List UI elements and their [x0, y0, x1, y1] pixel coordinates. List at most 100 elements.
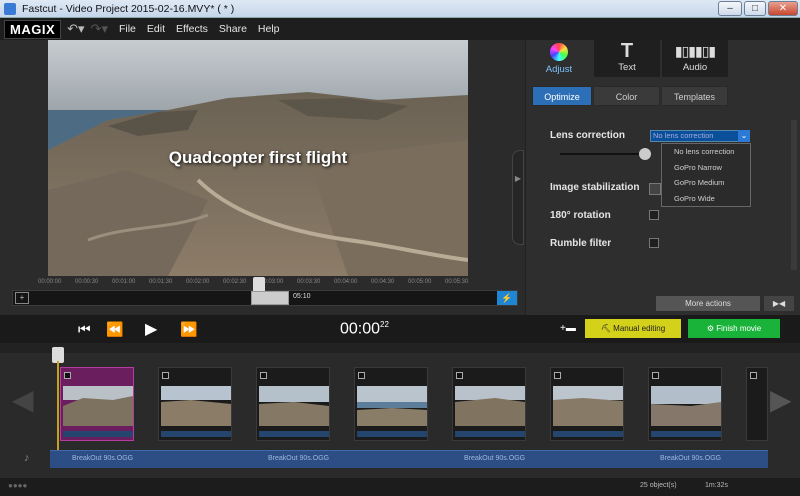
tab-adjust[interactable]: Adjust [526, 40, 592, 77]
redo-icon[interactable]: ↷▾ [91, 21, 108, 37]
preview-overlay-title: Quadcopter first flight [168, 148, 348, 167]
rotation-checkbox[interactable] [649, 210, 659, 220]
timecode-main: 00:00 [340, 320, 381, 338]
tick-label: 00:02:30 [223, 279, 247, 285]
scrub-bar[interactable]: + 05:10 ⚡ [12, 277, 518, 306]
rewind-icon[interactable]: ⏪ [106, 321, 123, 338]
finish-movie-label: Finish movie [716, 324, 762, 333]
clip-image [63, 386, 133, 426]
clip-checkbox[interactable] [64, 372, 71, 379]
tick-label: 00:04:30 [371, 279, 395, 285]
clip-thumbnail[interactable] [256, 367, 330, 441]
add-media-icon[interactable]: +▬ [560, 323, 576, 334]
fit-screen-icon[interactable]: + [15, 292, 29, 304]
menu-help[interactable]: Help [258, 23, 280, 35]
clip-checkbox[interactable] [162, 372, 169, 379]
maximize-button[interactable]: □ [744, 1, 766, 16]
tab-text[interactable]: T Text [594, 40, 660, 77]
audio-clip-label: BreakOut 90s.OGG [268, 455, 330, 462]
fast-forward-icon[interactable]: ⏩ [180, 321, 197, 338]
zoom-handle-icon[interactable]: ●●●● [8, 481, 27, 490]
subtab-templates[interactable]: Templates [661, 86, 728, 106]
clip-thumbnail[interactable] [550, 367, 624, 441]
subtab-optimize[interactable]: Optimize [532, 86, 592, 106]
clip-bar [455, 431, 525, 437]
option-gopro-narrow[interactable]: GoPro Narrow [662, 160, 750, 176]
rumble-filter-checkbox[interactable] [649, 238, 659, 248]
panel-collapse-handle[interactable]: ▶ [512, 150, 524, 245]
tick-label: 00:05:30 [445, 279, 469, 285]
option-no-lens[interactable]: No lens correction [662, 144, 750, 160]
scroll-right-icon[interactable]: ▶ [770, 383, 792, 416]
audio-track[interactable]: BreakOut 90s.OGG BreakOut 90s.OGG BreakO… [50, 450, 768, 468]
manual-editing-label: Manual editing [613, 324, 666, 333]
clip-checkbox[interactable] [456, 372, 463, 379]
position-label: 05:10 [293, 293, 311, 300]
panel-scrollbar[interactable] [791, 120, 797, 270]
video-preview[interactable]: Quadcopter first flight [48, 40, 468, 276]
window-title: Fastcut - Video Project 2015-02-16.MVY* … [22, 2, 235, 15]
lightning-icon[interactable]: ⚡ [497, 291, 517, 305]
subtab-color[interactable]: Color [593, 86, 660, 106]
window-titlebar: Fastcut - Video Project 2015-02-16.MVY* … [0, 0, 800, 18]
clip-thumbnail[interactable] [354, 367, 428, 441]
minimize-button[interactable]: – [718, 1, 742, 16]
tick-label: 00:00:30 [75, 279, 99, 285]
clip-bar [553, 431, 623, 437]
tick-label: 00:02:00 [186, 279, 210, 285]
clip-checkbox[interactable] [358, 372, 365, 379]
manual-editing-icon: ⛏ [600, 324, 614, 333]
clip-checkbox[interactable] [554, 372, 561, 379]
tick-label: 00:01:00 [112, 279, 136, 285]
skip-next-icon[interactable]: ▶◀ [764, 296, 794, 311]
lens-correction-selected: No lens correction [653, 131, 714, 140]
clip-thumbnail[interactable] [158, 367, 232, 441]
clip-checkbox[interactable] [652, 372, 659, 379]
audio-wave-icon: ▮▯▮▮▯▮ [674, 43, 716, 59]
play-icon[interactable]: ▶ [145, 319, 157, 339]
status-bar: ●●●● 25 object(s) 1m:32s [0, 478, 800, 496]
more-actions-button[interactable]: More actions [656, 296, 760, 311]
clip-image [259, 386, 329, 426]
tab-audio-label: Audio [682, 62, 708, 73]
music-note-icon: ♪ [24, 452, 30, 464]
clip-thumbnail[interactable] [746, 367, 768, 441]
menu-share[interactable]: Share [219, 23, 247, 35]
trim-handles[interactable] [251, 291, 289, 305]
close-button[interactable]: ✕ [768, 1, 798, 16]
clip-thumbnail[interactable] [60, 367, 134, 441]
text-T-icon: T [620, 40, 634, 62]
tab-audio[interactable]: ▮▯▮▮▯▮ Audio [662, 40, 728, 77]
lens-slider-track[interactable] [560, 153, 650, 155]
image-stabilization-checkbox[interactable] [649, 183, 661, 195]
app-icon [4, 3, 16, 15]
undo-icon[interactable]: ↶▾ [67, 21, 84, 37]
clip-checkbox[interactable] [260, 372, 267, 379]
option-gopro-medium[interactable]: GoPro Medium [662, 175, 750, 191]
clip-thumbnail[interactable] [648, 367, 722, 441]
chevron-down-icon[interactable]: ⌄ [738, 130, 750, 142]
timecode-display: 00:0022 [340, 320, 389, 338]
properties-panel: Adjust T Text ▮▯▮▮▯▮ Audio Optimize Colo… [525, 40, 800, 315]
transport-bar: ⏮ ⏪ ▶ ⏩ 00:0022 +▬ ⛏ Manual editing ⚙ Fi… [0, 315, 800, 343]
tab-text-label: Text [618, 62, 636, 73]
color-wheel-icon [550, 43, 568, 61]
magix-logo: MAGIX [4, 19, 62, 39]
finish-movie-button[interactable]: ⚙ Finish movie [688, 319, 780, 338]
lens-correction-dropdown[interactable]: No lens correction ⌄ [650, 130, 750, 142]
rumble-filter-label: Rumble filter [550, 238, 612, 249]
clip-thumbnail[interactable] [452, 367, 526, 441]
option-gopro-wide[interactable]: GoPro Wide [662, 191, 750, 207]
manual-editing-button[interactable]: ⛏ Manual editing [585, 319, 681, 338]
menu-file[interactable]: File [119, 23, 136, 35]
menu-edit[interactable]: Edit [147, 23, 165, 35]
clip-checkbox[interactable] [750, 372, 757, 379]
clip-image [455, 386, 525, 426]
audio-clip-label: BreakOut 90s.OGG [72, 455, 134, 462]
audio-clip-label: BreakOut 90s.OGG [660, 455, 722, 462]
skip-to-start-icon[interactable]: ⏮ [78, 321, 91, 338]
scroll-left-icon[interactable]: ◀ [12, 383, 34, 416]
lens-slider-thumb[interactable] [639, 148, 651, 160]
clip-image [651, 386, 721, 426]
menu-effects[interactable]: Effects [176, 23, 208, 35]
